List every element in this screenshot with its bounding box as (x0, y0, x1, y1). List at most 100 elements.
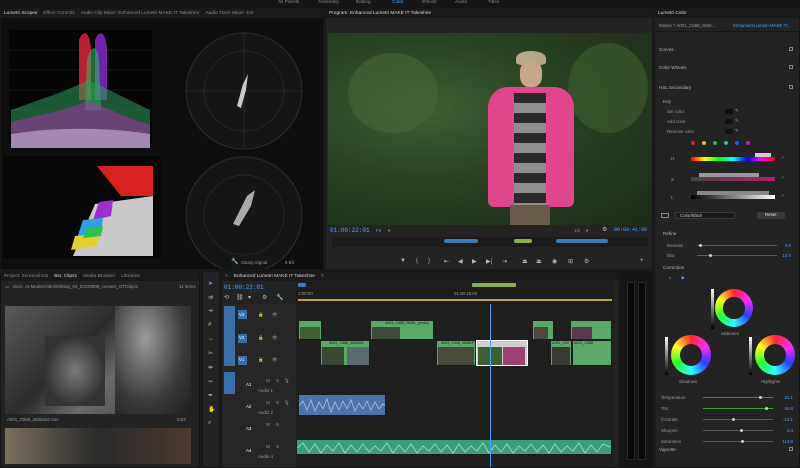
section-vignette[interactable]: Vignette (659, 447, 676, 452)
workspace-tab-assembly[interactable]: Assembly (318, 0, 339, 5)
add-marker-timeline-icon[interactable]: ▾ (248, 294, 251, 301)
lock-icon[interactable]: 🔒 (258, 312, 263, 318)
adjust-value-2[interactable]: -13.1 (775, 417, 793, 422)
hand-tool-icon[interactable]: ✋ (208, 406, 215, 413)
ripple-edit-tool-icon[interactable]: ⟛ (208, 308, 213, 315)
slide-tool-icon[interactable]: ⇿ (208, 378, 213, 385)
mask-preview-dropdown[interactable]: Color/Black (675, 212, 735, 219)
clip-v2-1[interactable] (298, 320, 322, 340)
fit-dropdown[interactable]: Fit (376, 228, 381, 233)
workspace-tab-effects[interactable]: Effects (422, 0, 437, 5)
razor-tool-icon[interactable]: ✂ (208, 350, 213, 357)
tab-effect-controls[interactable]: Effect Controls (43, 11, 74, 16)
hue-range-slider[interactable] (691, 157, 775, 161)
tab-libraries[interactable]: Libraries (121, 274, 139, 279)
adjust-value-3[interactable]: 4.4 (775, 428, 793, 433)
export-frame-icon[interactable]: ◉ (552, 258, 557, 265)
section-curves[interactable]: Curves (659, 47, 674, 52)
mute-button[interactable]: M (266, 422, 270, 427)
tab-program[interactable]: Program: Enhanced Lumetri MAKE IT Takesh… (329, 11, 431, 16)
clip-v1-selected[interactable] (476, 340, 528, 366)
add-marker-icon[interactable]: ▼ (400, 258, 406, 264)
quality-dropdown[interactable]: 1/2 (574, 228, 580, 233)
settings-wrench-icon[interactable]: ⚙ (602, 226, 607, 233)
workspace-tab-editing[interactable]: Editing (356, 0, 371, 5)
add-button-icon[interactable]: + (640, 258, 644, 264)
work-area-start-marker[interactable] (298, 283, 306, 287)
workspace-tab-color[interactable]: Color (392, 0, 403, 5)
master-clip-selector[interactable]: Master * A001_C588_0606... (659, 23, 715, 28)
section-hsl-secondary[interactable]: HSL Secondary (659, 85, 691, 90)
show-mask-checkbox[interactable] (661, 213, 669, 218)
chevron-down-icon[interactable]: ▾ (586, 228, 588, 234)
swatch-magenta[interactable] (746, 141, 750, 145)
key-subsection[interactable]: Key (663, 99, 671, 104)
solo-button[interactable]: S (276, 422, 279, 427)
remove-color-swatch[interactable] (725, 129, 733, 134)
blur-value[interactable]: 15.0 (773, 253, 791, 258)
step-back-icon[interactable]: ◀ (458, 258, 463, 265)
clip-thumbnail-2[interactable] (5, 428, 191, 464)
wheel-mode-3-icon[interactable]: ◆ (681, 275, 684, 281)
pen-tool-icon[interactable]: ✒ (208, 392, 213, 399)
go-to-out-icon[interactable]: ⇥ (502, 258, 507, 265)
menu-icon[interactable]: ≡ (321, 274, 324, 279)
saturation-checkbox-icon[interactable]: ✓ (781, 175, 785, 181)
hue-checkbox-icon[interactable]: ✓ (781, 155, 785, 161)
rate-stretch-tool-icon[interactable]: ↔ (208, 336, 214, 342)
solo-button[interactable]: S (276, 378, 279, 383)
lock-icon[interactable]: 🔒 (258, 357, 263, 363)
adjust-slider-knob-2[interactable] (731, 418, 735, 421)
correction-subsection[interactable]: Correction (663, 265, 684, 270)
timeline-timecode[interactable]: 01:00:22:01 (224, 284, 264, 291)
eyedropper-icon[interactable]: ✎ (735, 108, 739, 114)
extract-icon[interactable]: ⏏ (536, 258, 542, 265)
go-to-in-icon[interactable]: ⇤ (444, 258, 449, 265)
solo-button[interactable]: S (276, 400, 279, 405)
wrench-timeline-icon[interactable]: 🔧 (276, 294, 283, 301)
midtones-slider[interactable] (711, 289, 714, 329)
bit-depth-label[interactable]: 8 Bit (285, 260, 294, 265)
denoise-slider[interactable] (697, 245, 777, 246)
denoise-slider-knob[interactable] (699, 244, 702, 247)
reset-button[interactable]: Reset (757, 212, 785, 219)
mute-button[interactable]: M (266, 378, 270, 383)
in-out-range-marker[interactable] (472, 283, 516, 287)
microphone-icon[interactable]: 🎙 (284, 378, 290, 384)
tab-bin-clips[interactable]: Bin: Clips1 (54, 274, 77, 279)
tab-media-browser[interactable]: Media Browser (83, 274, 115, 279)
saturation-range-handle[interactable] (699, 173, 759, 177)
section-color-wheels[interactable]: Color Wheels (659, 65, 687, 70)
refine-subsection[interactable]: Refine (663, 231, 676, 236)
clip-v1-1[interactable]: A001_C588_0606SM (320, 340, 370, 366)
program-ruler[interactable] (332, 237, 648, 247)
adjust-slider-2[interactable] (703, 419, 773, 420)
eye-icon[interactable]: 👁 (272, 335, 278, 341)
clip-v1-4[interactable]: A001_C588 (572, 340, 612, 366)
close-icon[interactable]: × (225, 274, 228, 279)
wheel-mode-1-icon[interactable]: ◐ (669, 275, 672, 280)
tab-audio-track-mixer[interactable]: Audio Track Mixer: Enl (205, 11, 253, 16)
saturation-range-slider[interactable] (691, 177, 775, 181)
work-area-bar[interactable] (298, 299, 612, 301)
workspace-tab-audio[interactable]: Audio (455, 0, 467, 5)
play-icon[interactable]: ▶ (472, 258, 477, 265)
tab-audio-clip-mixer[interactable]: Audio Clip Mixer: Enhanced Lumetri MAKE … (81, 11, 200, 16)
source-patch-a[interactable] (224, 372, 235, 394)
lift-icon[interactable]: ⏏ (522, 258, 528, 265)
timeline-ruler[interactable]: 1:00:00 01:00:15:00 (296, 282, 614, 304)
audio-clip-a2[interactable] (298, 394, 386, 416)
workspace-tab-all-panels[interactable]: All Panels (278, 0, 299, 5)
adjust-slider-knob-4[interactable] (741, 440, 745, 443)
tab-lumetri-scopes[interactable]: Lumetri Scopes (4, 11, 37, 16)
adjust-slider-4[interactable] (703, 441, 773, 442)
playhead[interactable] (490, 304, 491, 467)
clip-thumbnail-1[interactable] (5, 306, 191, 414)
blur-slider-knob[interactable] (709, 254, 712, 257)
luminance-range-slider[interactable] (691, 195, 775, 199)
selection-tool-icon[interactable]: ➤ (208, 280, 213, 287)
rolling-edit-tool-icon[interactable]: # (208, 322, 211, 328)
shadows-slider[interactable] (665, 337, 668, 375)
comparison-view-icon[interactable]: ⊞ (568, 258, 573, 265)
mute-button[interactable]: M (266, 400, 270, 405)
